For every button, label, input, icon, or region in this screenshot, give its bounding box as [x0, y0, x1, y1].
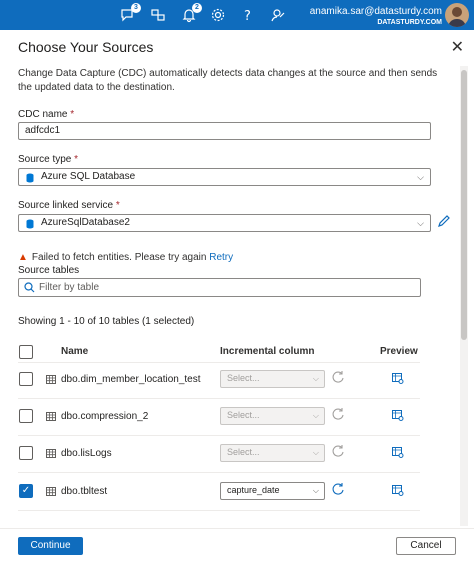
source-type-label: Source type *: [18, 154, 79, 165]
table-name: dbo.compression_2: [61, 411, 149, 422]
chevron-down-icon: ⌵: [312, 448, 319, 457]
chevron-down-icon: ⌵: [312, 374, 319, 383]
column-header-name: Name: [61, 346, 89, 357]
feedback-icon[interactable]: 3: [120, 3, 141, 23]
source-tables-label: Source tables: [18, 265, 80, 276]
refresh-icon[interactable]: [331, 444, 345, 458]
panel-description: Change Data Capture (CDC) automatically …: [18, 68, 438, 93]
edit-icon[interactable]: [437, 214, 451, 228]
chevron-down-icon: ⌵: [312, 411, 319, 420]
fetch-warning: ▲ Failed to fetch entities. Please try ag…: [18, 252, 233, 263]
preview-icon[interactable]: [392, 373, 405, 385]
cdc-name-input[interactable]: adfcdc1: [18, 122, 431, 140]
notifications-badge: 2: [192, 3, 202, 13]
filter-placeholder: Filter by table: [39, 282, 100, 293]
row-checkbox[interactable]: ✓: [19, 484, 33, 498]
settings-icon[interactable]: [210, 7, 226, 23]
column-header-incremental: Incremental column: [220, 346, 315, 357]
chevron-down-icon: ⌵: [417, 218, 424, 228]
database-icon: [26, 173, 34, 183]
incremental-column-select[interactable]: Select... ⌵: [220, 444, 325, 462]
retry-link[interactable]: Retry: [209, 252, 233, 263]
warning-text: Failed to fetch entities. Please try aga…: [31, 252, 207, 263]
close-icon[interactable]: ✕: [451, 37, 464, 57]
notifications-icon[interactable]: 2: [181, 3, 202, 23]
refresh-icon[interactable]: [331, 482, 345, 496]
warning-icon: ▲: [18, 252, 28, 263]
top-bar: 3 2 ? anamika.sar@datasturdy.com DATASTU…: [0, 0, 474, 30]
filter-table-input[interactable]: Filter by table: [18, 278, 421, 297]
row-divider: [18, 510, 420, 511]
incremental-column-select[interactable]: capture_date ⌵: [220, 482, 325, 500]
user-org: DATASTURDY.COM: [377, 19, 442, 26]
scrollbar-thumb[interactable]: [461, 70, 467, 340]
preview-icon[interactable]: [392, 485, 405, 497]
table-name: dbo.lisLogs: [61, 448, 112, 459]
incremental-column-select[interactable]: Select... ⌵: [220, 370, 325, 388]
chevron-down-icon: ⌵: [312, 486, 319, 495]
row-divider: [18, 472, 420, 473]
refresh-icon[interactable]: [331, 407, 345, 421]
panel-scrollbar[interactable]: [460, 66, 468, 526]
refresh-icon[interactable]: [331, 370, 345, 384]
footer-divider: [0, 528, 474, 529]
incremental-column-select[interactable]: Select... ⌵: [220, 407, 325, 425]
avatar[interactable]: [445, 3, 469, 27]
user-email: anamika.sar@datasturdy.com: [309, 6, 442, 17]
row-checkbox[interactable]: [19, 372, 33, 386]
preview-icon[interactable]: [392, 410, 405, 422]
search-icon: [24, 282, 35, 293]
row-checkbox[interactable]: [19, 446, 33, 460]
svg-text:?: ?: [244, 9, 251, 23]
cancel-button[interactable]: Cancel: [396, 537, 456, 555]
user-info[interactable]: anamika.sar@datasturdy.com DATASTURDY.CO…: [310, 6, 442, 26]
database-icon: [26, 219, 34, 229]
source-type-value: Azure SQL Database: [41, 171, 136, 182]
preview-icon[interactable]: [392, 447, 405, 459]
chevron-down-icon: ⌵: [417, 172, 424, 182]
linked-service-dropdown[interactable]: AzureSqlDatabase2 ⌵: [18, 214, 431, 232]
select-all-checkbox[interactable]: [19, 345, 33, 359]
header-divider: [18, 362, 420, 363]
row-checkbox[interactable]: [19, 409, 33, 423]
feedback-person-icon[interactable]: [270, 7, 286, 23]
table-icon: [46, 487, 56, 496]
showing-count: Showing 1 - 10 of 10 tables (1 selected): [18, 316, 195, 327]
help-icon[interactable]: ?: [240, 7, 256, 24]
linked-service-value: AzureSqlDatabase2: [41, 217, 130, 228]
feedback-badge: 3: [131, 3, 141, 13]
table-name: dbo.dim_member_location_test: [61, 374, 201, 385]
directory-icon[interactable]: [150, 7, 166, 23]
table-icon: [46, 375, 56, 384]
source-type-dropdown[interactable]: Azure SQL Database ⌵: [18, 168, 431, 186]
table-icon: [46, 449, 56, 458]
row-divider: [18, 398, 420, 399]
row-divider: [18, 435, 420, 436]
column-header-preview: Preview: [380, 346, 418, 357]
cdc-name-label: CDC name *: [18, 109, 75, 120]
continue-button[interactable]: Continue: [18, 537, 83, 555]
table-name: dbo.tbltest: [61, 486, 108, 497]
table-icon: [46, 412, 56, 421]
panel-title: Choose Your Sources: [18, 39, 154, 55]
linked-service-label: Source linked service *: [18, 200, 120, 211]
